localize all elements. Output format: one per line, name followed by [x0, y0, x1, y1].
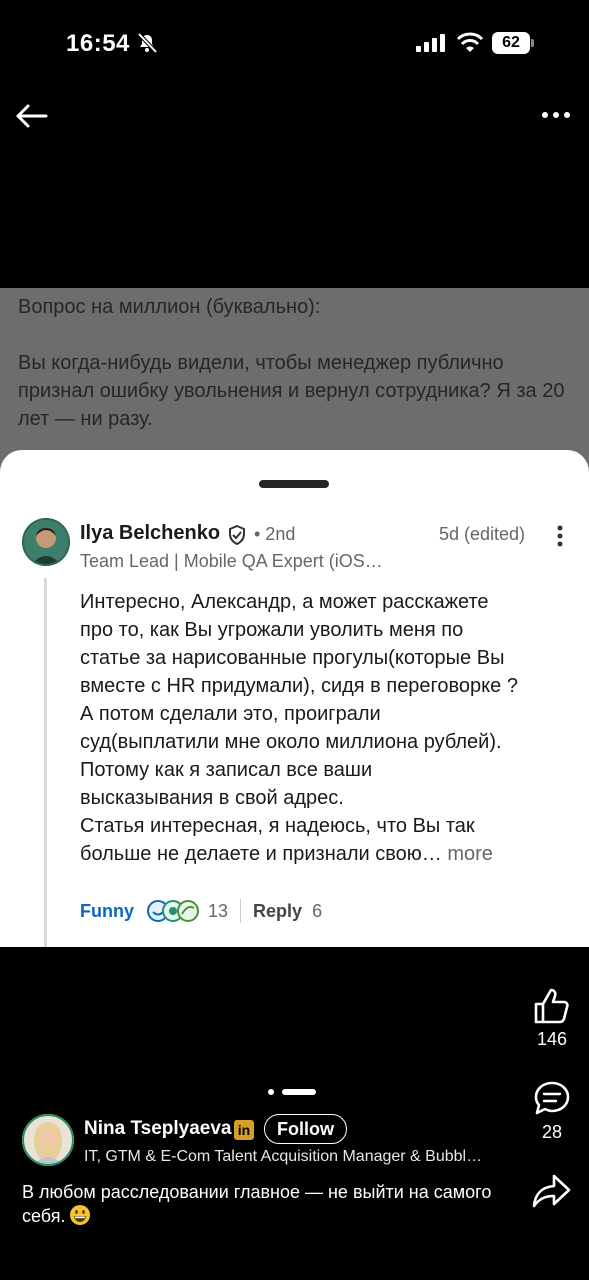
comment-line: Потому как я записал все ваши — [80, 759, 373, 781]
battery-tip — [531, 39, 534, 47]
author-headline: IT, GTM & E-Com Talent Acquisition Manag… — [84, 1148, 483, 1165]
mute-icon — [137, 32, 158, 54]
comment-line: Статья интересная, я надеюсь, что Вы так — [80, 815, 475, 837]
like-icon[interactable] — [532, 986, 572, 1026]
follow-button[interactable]: Follow — [264, 1114, 347, 1144]
post-caption[interactable]: В любом расследовании главное — не выйти… — [22, 1180, 492, 1228]
post-caption-text: В любом расследовании главное — не выйти… — [22, 1182, 492, 1226]
comment-line: вместе с HR придумали), сидя в переговор… — [80, 675, 518, 697]
avatar-photo — [22, 518, 70, 566]
comment-icon[interactable] — [532, 1079, 572, 1119]
more-icon[interactable] — [540, 104, 572, 126]
comment-author-headline: Team Lead | Mobile QA Expert (iOS… — [80, 551, 383, 571]
linkedin-badge-icon: in — [234, 1120, 254, 1140]
author-name[interactable]: Nina Tseplyaeva — [84, 1118, 232, 1140]
reactions-icon[interactable] — [146, 899, 204, 923]
comment-line-last: больше не делаете и признали свою… more — [80, 840, 575, 868]
avatar[interactable] — [22, 518, 70, 566]
thread-line — [44, 578, 47, 947]
see-more-link[interactable]: more — [447, 843, 493, 865]
like-count: 146 — [536, 1029, 568, 1049]
comment-line: А потом сделали это, проиграли — [80, 703, 381, 725]
comment-sheet: Ilya Belchenko • 2nd 5d (edited) Team Le… — [0, 450, 589, 947]
comment-actions: Funny 13 Reply 6 — [80, 898, 322, 924]
comment-author-name[interactable]: Ilya Belchenko — [80, 522, 220, 545]
reply-count[interactable]: 6 — [312, 901, 322, 922]
comment-line: про то, как Вы угрожали уволить меня по — [80, 619, 464, 641]
carousel-dot-active[interactable] — [282, 1089, 316, 1095]
comment-text: Интересно, Александр, а может расскажете… — [80, 588, 575, 868]
reply-button[interactable]: Reply — [253, 901, 302, 922]
post-paragraph: Вопрос на миллион (буквально): — [18, 296, 321, 318]
comment-timestamp: 5d (edited) — [439, 524, 526, 544]
carousel-dot[interactable] — [268, 1089, 274, 1095]
back-arrow-icon[interactable] — [14, 98, 50, 134]
post-paragraph: Вы когда-нибудь видели, чтобы менеджер п… — [18, 352, 565, 430]
status-bar: 16:54 62 — [0, 0, 589, 88]
battery-indicator: 62 — [492, 32, 534, 54]
status-time: 16:54 — [66, 30, 130, 57]
post-text: Вопрос на миллион (буквально): Вы когда-… — [18, 293, 578, 433]
verified-icon — [229, 524, 245, 546]
connection-degree: • 2nd — [254, 524, 296, 544]
action-divider — [240, 899, 242, 923]
reaction-button[interactable]: Funny — [80, 901, 134, 922]
comment-line: больше не делаете и признали свою… — [80, 843, 442, 865]
sheet-drag-handle[interactable] — [259, 480, 329, 488]
comment-line: суд(выплатили мне около миллиона рублей)… — [80, 731, 502, 753]
author-avatar[interactable] — [22, 1114, 74, 1166]
author-avatar-photo — [22, 1114, 74, 1166]
comment-line: статье за нарисованные прогулы(которые В… — [80, 647, 505, 669]
grin-emoji-icon — [70, 1205, 91, 1225]
signal-icon — [416, 34, 445, 52]
wifi-icon — [456, 32, 484, 52]
kebab-icon[interactable] — [553, 524, 567, 548]
share-icon[interactable] — [530, 1172, 572, 1210]
comment-count: 28 — [541, 1122, 563, 1142]
reaction-count[interactable]: 13 — [208, 901, 228, 922]
comment-line: Интересно, Александр, а может расскажете — [80, 591, 489, 613]
battery-level: 62 — [492, 32, 530, 54]
comment-line: высказывания в свой адрес. — [80, 787, 344, 809]
